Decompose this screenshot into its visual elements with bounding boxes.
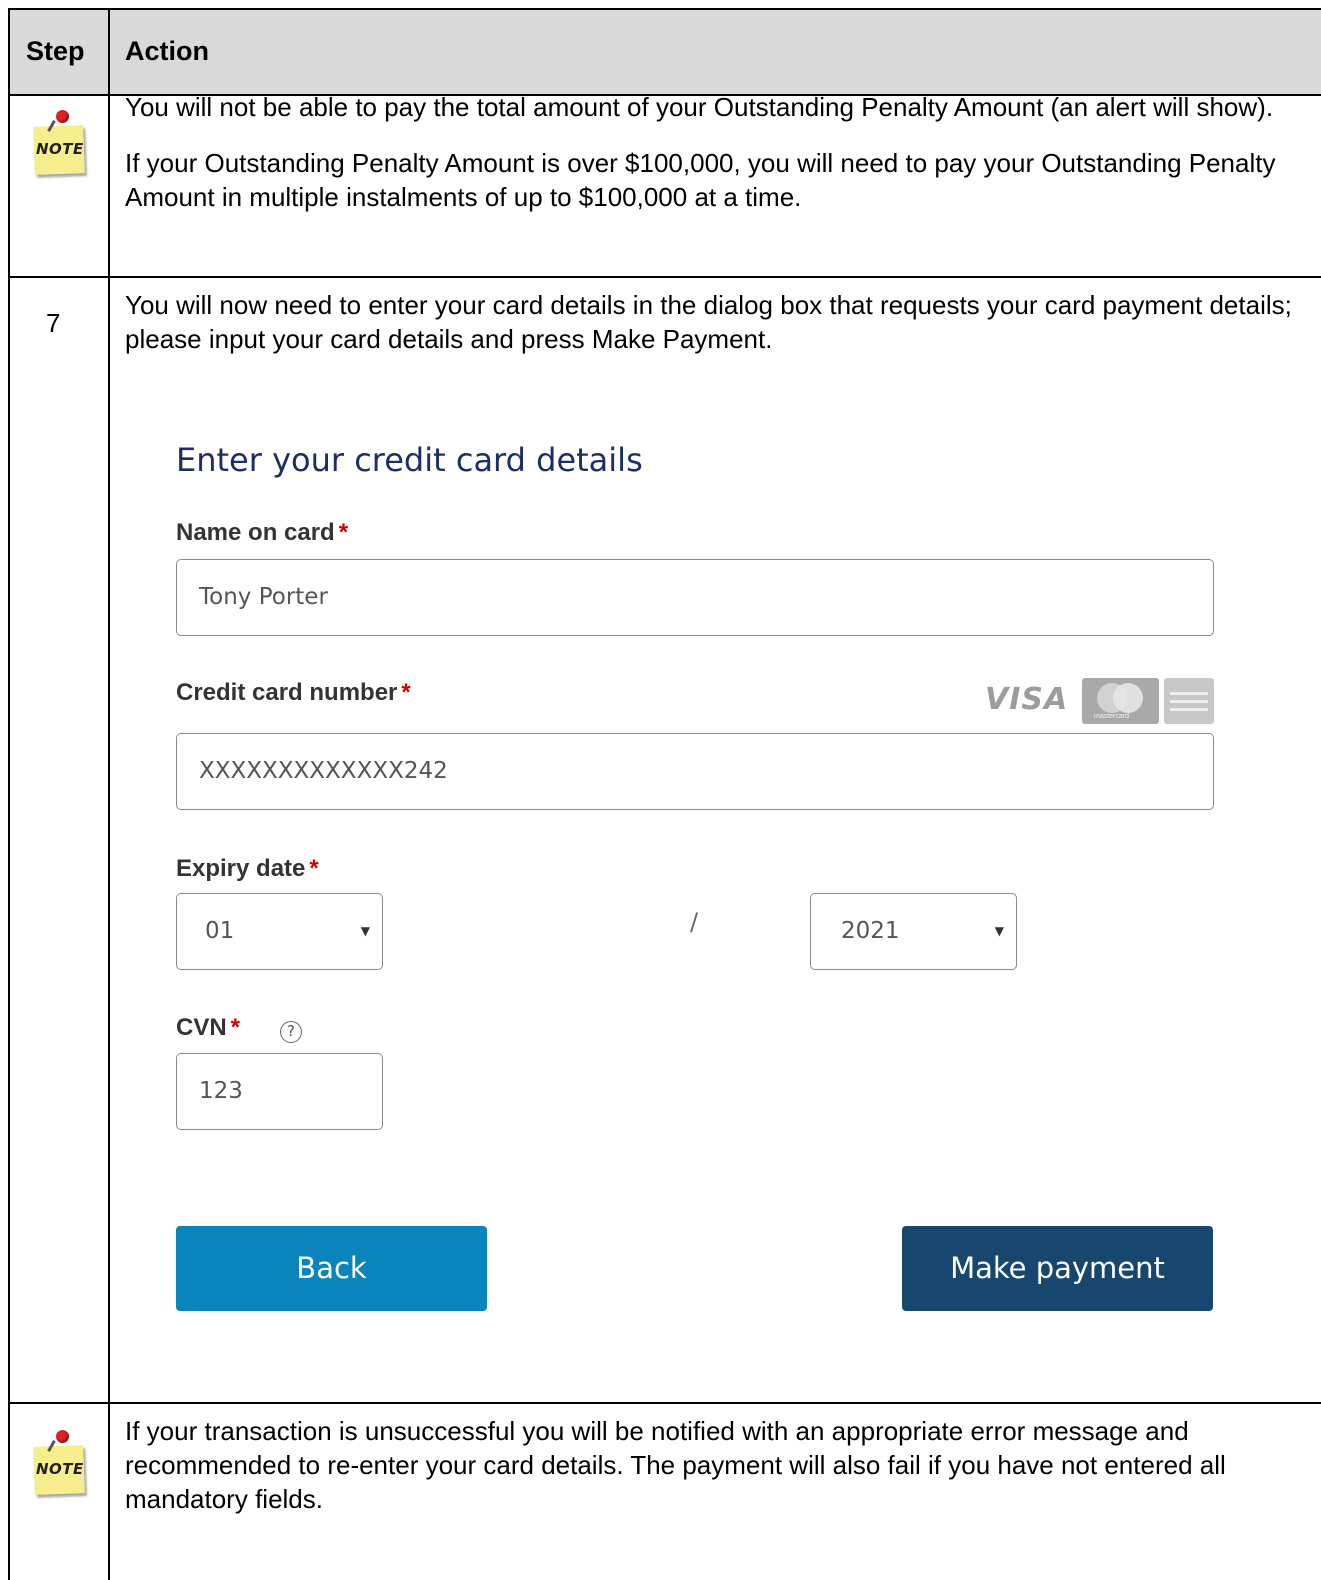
table-border-top — [8, 8, 1321, 10]
amex-logo-icon — [1164, 678, 1214, 724]
note1-para1: You will not be able to pay the total am… — [125, 92, 1274, 122]
note1-para2: If your Outstanding Penalty Amount is ov… — [125, 148, 1276, 212]
expiry-month-select[interactable]: 01 ▼ — [176, 893, 383, 970]
note1-text: You will not be able to pay the total am… — [125, 90, 1301, 214]
expiry-year-select[interactable]: 2021 ▼ — [810, 893, 1017, 970]
card-number-label: Credit card number * — [176, 679, 411, 706]
header-action: Action — [125, 36, 209, 66]
cvn-input[interactable]: 123 — [176, 1053, 383, 1130]
expiry-separator: / — [690, 908, 699, 936]
table-divider — [8, 1402, 1321, 1404]
help-icon[interactable]: ? — [280, 1021, 302, 1043]
table-header-row: Step Action — [8, 8, 1321, 94]
card-logos: VISA mastercard — [985, 678, 1214, 724]
step-number: 7 — [46, 308, 61, 338]
instruction-table: Step Action NOTE You will not be able to… — [8, 8, 1321, 1580]
form-title: Enter your credit card details — [176, 441, 643, 479]
mastercard-logo-icon: mastercard — [1082, 678, 1159, 724]
chevron-down-icon: ▼ — [360, 924, 370, 938]
make-payment-button[interactable]: Make payment — [902, 1226, 1213, 1311]
required-marker: * — [309, 855, 319, 882]
required-marker: * — [401, 679, 411, 706]
name-on-card-input[interactable]: Tony Porter — [176, 559, 1214, 636]
chevron-down-icon: ▼ — [994, 924, 1004, 938]
required-marker: * — [230, 1014, 241, 1041]
back-button[interactable]: Back — [176, 1226, 487, 1311]
card-number-input[interactable]: XXXXXXXXXXXXX242 — [176, 733, 1214, 810]
step7-text: You will now need to enter your card det… — [125, 290, 1292, 354]
table-column-divider — [108, 8, 110, 1580]
table-divider — [8, 276, 1321, 278]
note2-text: If your transaction is unsuccessful you … — [125, 1416, 1226, 1514]
required-marker: * — [338, 519, 349, 546]
expiry-date-label: Expiry date * — [176, 855, 319, 882]
table-border-left — [8, 8, 10, 1580]
header-step: Step — [26, 36, 85, 66]
note-icon: NOTE — [30, 108, 90, 182]
visa-logo-icon: VISA — [985, 682, 1069, 717]
cvn-label: CVN * — [176, 1014, 241, 1041]
name-on-card-label: Name on card * — [176, 519, 349, 546]
note-icon: NOTE — [30, 1428, 90, 1502]
